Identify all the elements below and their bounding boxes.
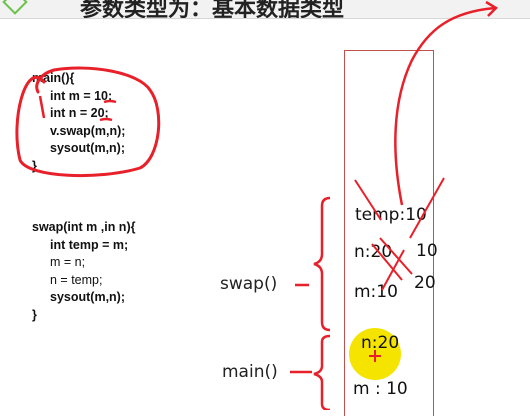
stack-main-n-value: n:20 [361,333,400,353]
main-frame-brace [313,334,331,410]
strike-annotation [409,177,445,239]
strike-annotation [381,249,405,291]
strike-annotation [38,95,46,119]
annotation-layer [15,0,499,410]
underline-annotation [99,117,113,122]
strike-annotation [379,237,413,275]
stack-main-m-value: m : 10 [353,379,408,399]
temp-to-top-arrow [394,6,496,206]
swap-frame-brace [313,196,331,332]
strike-annotation [354,179,382,221]
underline-annotation [103,99,117,104]
main-code-circle-annotation [15,66,161,178]
